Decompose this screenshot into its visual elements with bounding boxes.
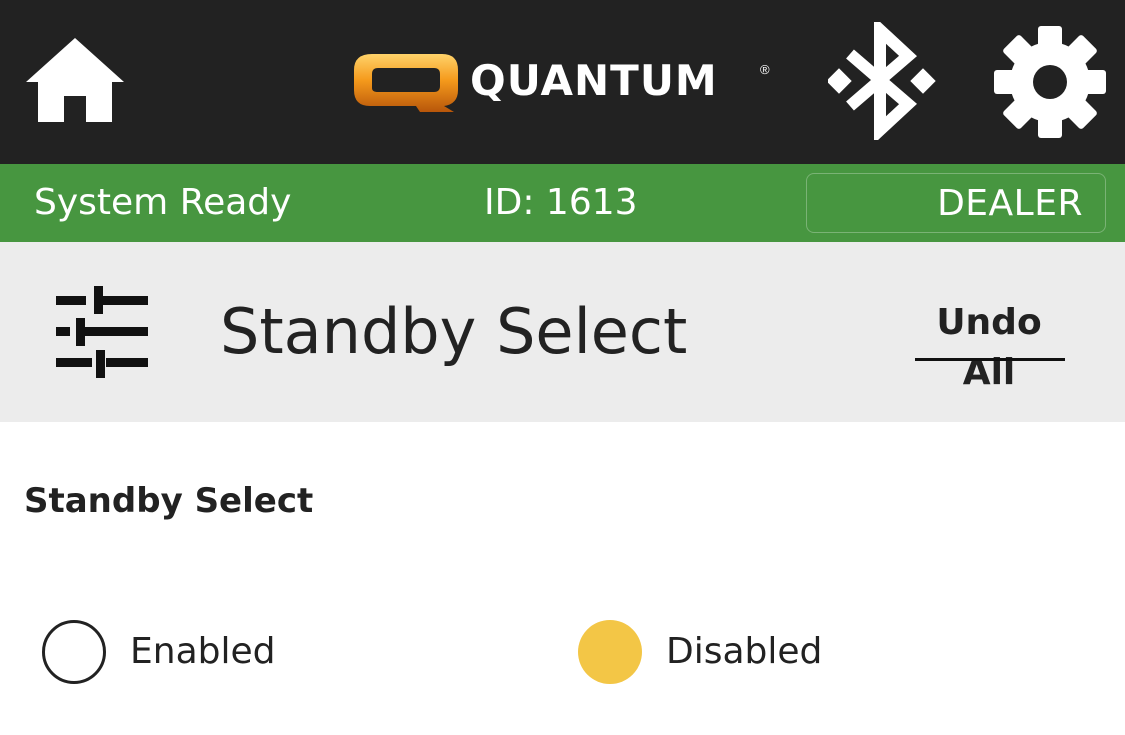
settings-button[interactable] bbox=[992, 24, 1108, 140]
setting-label: Standby Select bbox=[24, 481, 314, 521]
home-icon bbox=[26, 38, 124, 122]
quantum-logo: QUANTUM ® bbox=[350, 50, 780, 114]
radio-disabled[interactable]: Disabled bbox=[576, 618, 876, 686]
radio-circle-unselected bbox=[42, 620, 106, 684]
radio-circle-selected bbox=[578, 620, 642, 684]
radio-enabled[interactable]: Enabled bbox=[40, 618, 340, 686]
undo-all-button[interactable]: Undo All bbox=[908, 298, 1070, 393]
undo-all-label: Undo All bbox=[936, 302, 1042, 393]
system-status-text: System Ready bbox=[34, 182, 292, 223]
top-bar: QUANTUM ® bbox=[0, 0, 1125, 164]
sliders-icon bbox=[56, 286, 148, 378]
status-bar: System Ready ID: 1613 DEALER bbox=[0, 164, 1125, 242]
page-title: Standby Select bbox=[220, 295, 688, 368]
undo-all-underline bbox=[915, 358, 1065, 361]
registered-mark: ® bbox=[760, 62, 770, 77]
radio-label-enabled: Enabled bbox=[130, 631, 276, 672]
logo-text: QUANTUM bbox=[470, 56, 718, 105]
radio-label-disabled: Disabled bbox=[666, 631, 823, 672]
dealer-button-label: DEALER bbox=[937, 183, 1083, 224]
dealer-button[interactable]: DEALER bbox=[806, 173, 1106, 233]
gear-icon bbox=[994, 26, 1106, 138]
bluetooth-button[interactable] bbox=[826, 16, 936, 144]
bluetooth-icon bbox=[826, 16, 936, 144]
quantum-q-logo-mark bbox=[354, 54, 458, 112]
home-button[interactable] bbox=[24, 36, 126, 124]
device-id: ID: 1613 bbox=[484, 182, 638, 223]
